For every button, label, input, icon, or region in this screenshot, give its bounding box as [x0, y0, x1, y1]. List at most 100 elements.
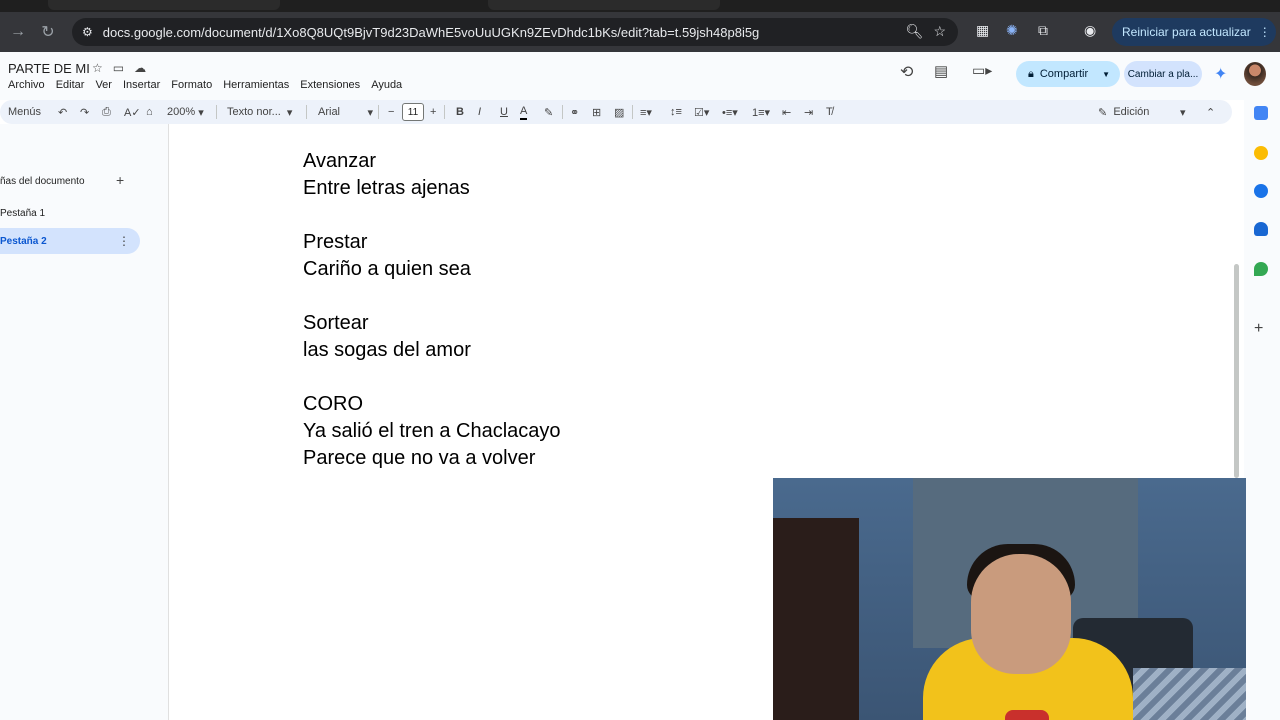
tab-pestana-2[interactable]: Pestaña 2: [0, 236, 47, 247]
document-line[interactable]: Sortear: [303, 310, 561, 337]
clear-formatting-icon[interactable]: T̸: [826, 104, 833, 120]
blank-line[interactable]: [303, 202, 561, 229]
docs-header: PARTE DE MI ☆ ▭ ☁ Archivo Editar Ver Ins…: [0, 52, 1280, 100]
menu-herramientas[interactable]: Herramientas: [223, 79, 289, 91]
reload-icon[interactable]: ↻: [34, 18, 62, 46]
increase-font-icon[interactable]: +: [430, 104, 436, 120]
italic-icon[interactable]: I: [478, 104, 481, 120]
more-vert-icon: ⋮: [1258, 25, 1271, 39]
menu-ayuda[interactable]: Ayuda: [371, 79, 402, 91]
bold-icon[interactable]: B: [456, 104, 464, 120]
version-history-icon[interactable]: ⟲: [900, 62, 913, 82]
link-icon[interactable]: ⚭: [570, 104, 579, 120]
print-icon[interactable]: ⎙: [102, 104, 111, 120]
document-body[interactable]: Avanzar Entre letras ajenas Prestar Cariño …: [303, 148, 561, 472]
extensions-puzzle-icon[interactable]: ⧉: [1038, 22, 1048, 39]
contacts-icon[interactable]: [1254, 222, 1268, 236]
keep-icon[interactable]: [1254, 146, 1268, 160]
zoom-icon[interactable]: 🔍︎: [906, 23, 924, 40]
star-icon[interactable]: ☆: [92, 61, 103, 75]
tabs-panel-title: ñas del documento: [0, 176, 85, 187]
gemini-icon[interactable]: ✦: [1214, 64, 1227, 84]
checklist-icon[interactable]: ☑▾: [694, 104, 709, 120]
extension-icon[interactable]: ▦: [976, 22, 989, 39]
document-line[interactable]: CORO: [303, 391, 561, 418]
document-title[interactable]: PARTE DE MI: [8, 61, 90, 76]
style-value: Texto nor...: [227, 106, 281, 118]
document-line[interactable]: Cariño a quien sea: [303, 256, 561, 283]
avatar[interactable]: [1244, 62, 1266, 86]
decrease-font-icon[interactable]: −: [388, 104, 394, 120]
format-toolbar: Menús ↶ ↷ ⎙ A✓ ⌂ 200% ▾ Texto nor... ▾ A…: [0, 100, 1232, 124]
maps-icon[interactable]: [1254, 262, 1268, 276]
document-line[interactable]: Prestar: [303, 229, 561, 256]
menu-formato[interactable]: Formato: [171, 79, 212, 91]
insert-image-icon[interactable]: ▨: [614, 104, 624, 120]
add-tab-icon[interactable]: +: [116, 172, 124, 188]
url-text[interactable]: docs.google.com/document/d/1Xo8Q8UQt9Bjv…: [103, 25, 760, 40]
chevron-down-icon: ▼: [1102, 69, 1111, 79]
menu-ver[interactable]: Ver: [95, 79, 112, 91]
style-select[interactable]: Texto nor... ▾: [227, 104, 292, 120]
calendar-icon[interactable]: [1254, 106, 1268, 120]
line-spacing-icon[interactable]: ↕≡: [670, 104, 682, 120]
share-button[interactable]: 🔒︎ Compartir ▼: [1016, 61, 1120, 87]
decrease-indent-icon[interactable]: ⇤: [782, 104, 791, 120]
side-apps-rail: +: [1244, 100, 1280, 720]
tasks-icon[interactable]: [1254, 184, 1268, 198]
extension-gear-icon[interactable]: ✺: [1006, 22, 1018, 39]
move-folder-icon[interactable]: ▭: [113, 61, 124, 75]
paint-format-icon[interactable]: ⌂: [146, 104, 153, 120]
text-color-icon[interactable]: A: [520, 104, 528, 120]
menu-extensiones[interactable]: Extensiones: [300, 79, 360, 91]
update-browser-button[interactable]: Reiniciar para actualizar ⋮: [1112, 18, 1276, 46]
share-label: Compartir: [1039, 68, 1089, 80]
increase-indent-icon[interactable]: ⇥: [804, 104, 813, 120]
profile-icon[interactable]: ◉: [1084, 22, 1096, 39]
font-value: Arial: [318, 106, 341, 118]
document-line[interactable]: Avanzar: [303, 148, 561, 175]
spellcheck-icon[interactable]: A✓: [124, 104, 141, 120]
omnibox[interactable]: ⚙ docs.google.com/document/d/1Xo8Q8UQt9B…: [72, 18, 958, 46]
menu-archivo[interactable]: Archivo: [8, 79, 45, 91]
tab-options-icon[interactable]: ⋮: [118, 234, 130, 248]
document-line[interactable]: las sogas del amor: [303, 337, 561, 364]
menu-bar: Archivo Editar Ver Insertar Formato Herr…: [8, 79, 402, 91]
add-comment-icon[interactable]: ⊞: [592, 104, 601, 120]
browser-tab[interactable]: [48, 0, 280, 10]
align-icon[interactable]: ≡▾: [640, 104, 652, 120]
numbered-list-icon[interactable]: 1≡▾: [752, 104, 770, 120]
document-tabs-panel: ñas del documento + Pestaña 1 Pestaña 2 …: [0, 124, 168, 720]
editing-mode-value: Edición: [1113, 106, 1150, 118]
document-line[interactable]: Ya salió el tren a Chaclacayo: [303, 418, 561, 445]
cloud-saved-icon[interactable]: ☁: [134, 61, 146, 75]
get-addons-icon[interactable]: +: [1254, 320, 1263, 338]
update-button-label: Reiniciar para actualizar: [1122, 25, 1251, 39]
underline-icon[interactable]: U: [500, 104, 508, 120]
meet-icon[interactable]: ▭▸: [972, 62, 992, 79]
highlight-icon[interactable]: ✎: [544, 104, 553, 120]
undo-icon[interactable]: ↶: [58, 104, 67, 120]
comments-icon[interactable]: ▤: [934, 62, 948, 80]
menu-insertar[interactable]: Insertar: [123, 79, 160, 91]
browser-tab[interactable]: [488, 0, 720, 10]
menus-search[interactable]: Menús: [8, 104, 41, 120]
font-size-input[interactable]: 11: [402, 103, 424, 121]
bulleted-list-icon[interactable]: •≡▾: [722, 104, 738, 120]
bookmark-star-icon[interactable]: ☆: [933, 23, 946, 40]
zoom-select[interactable]: 200% ▾: [167, 104, 204, 120]
tab-pestana-1[interactable]: Pestaña 1: [0, 208, 45, 219]
scrollbar[interactable]: [1234, 264, 1239, 478]
menu-editar[interactable]: Editar: [56, 79, 85, 91]
blank-line[interactable]: [303, 364, 561, 391]
site-settings-icon[interactable]: ⚙: [82, 25, 93, 39]
editing-mode-select[interactable]: ✎ Edición ▾: [1098, 104, 1186, 120]
forward-icon[interactable]: →: [4, 18, 32, 46]
redo-icon[interactable]: ↷: [80, 104, 89, 120]
blank-line[interactable]: [303, 283, 561, 310]
document-line[interactable]: Parece que no va a volver: [303, 445, 561, 472]
document-line[interactable]: Entre letras ajenas: [303, 175, 561, 202]
collapse-menus-icon[interactable]: ⌃: [1206, 104, 1215, 120]
switch-mode-button[interactable]: Cambiar a pla...: [1124, 61, 1202, 87]
font-select[interactable]: Arial ▾: [318, 104, 373, 120]
